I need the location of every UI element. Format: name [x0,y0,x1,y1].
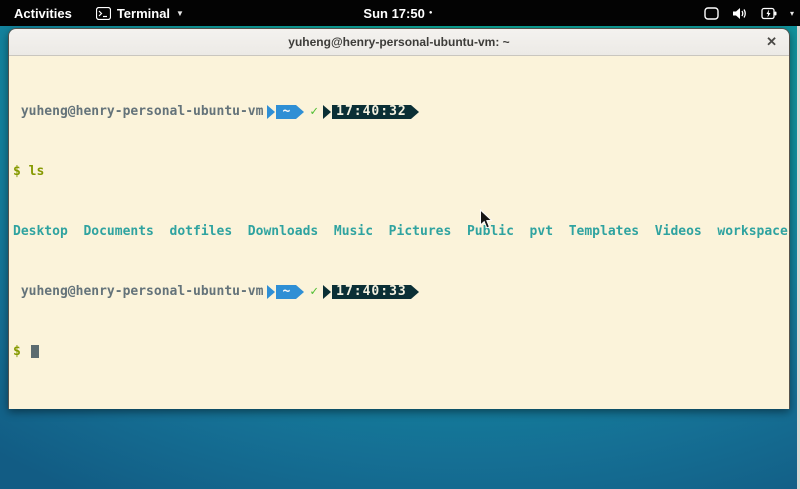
app-menu-label: Terminal [117,6,170,21]
user-host-text: yuheng@henry-personal-ubuntu-vm [21,284,264,299]
battery-charging-icon [761,7,777,20]
time-segment: 17:40:32 [332,105,411,119]
clock-label: Sun 17:50 [363,6,424,21]
terminal-cursor [31,345,39,358]
mouse-cursor-icon [479,209,493,235]
prompt-line-2: yuheng@henry-personal-ubuntu-vm ~ ✓ 17:4… [13,284,787,299]
terminal-content[interactable]: yuheng@henry-personal-ubuntu-vm ~ ✓ 17:4… [9,56,789,409]
shell-prompt-symbol: $ [13,164,29,179]
clock-button[interactable]: Sun 17:50 ● [363,0,432,26]
cwd-segment: ~ [276,285,296,299]
powerline-arrow-icon [267,105,275,119]
network-icon [704,7,719,20]
prompt-line-1: yuheng@henry-personal-ubuntu-vm ~ ✓ 17:4… [13,104,787,119]
chevron-down-icon: ▾ [790,10,794,18]
typed-command: ls [29,164,45,179]
system-tray[interactable]: ▾ [704,0,794,26]
powerline-arrow-icon [323,285,331,299]
volume-icon [732,7,748,20]
top-bar: Activities Terminal ▼ Sun 17:50 ● ▾ [0,0,800,26]
notification-dot-icon: ● [429,10,433,16]
terminal-icon [96,7,111,20]
powerline-arrow-icon [323,105,331,119]
powerline-arrow-icon [411,285,419,299]
status-check-icon: ✓ [310,284,318,299]
window-titlebar[interactable]: yuheng@henry-personal-ubuntu-vm: ~ ✕ [9,29,789,56]
powerline-arrow-icon [296,105,304,119]
app-menu-terminal[interactable]: Terminal ▼ [86,0,194,26]
time-segment: 17:40:33 [332,285,411,299]
powerline-arrow-icon [296,285,304,299]
activities-button[interactable]: Activities [0,0,86,26]
powerline-arrow-icon [411,105,419,119]
chevron-down-icon: ▼ [176,10,184,18]
ls-output-line: Desktop Documents dotfiles Downloads Mus… [13,224,787,239]
cwd-segment: ~ [276,105,296,119]
shell-prompt-symbol: $ [13,344,29,359]
powerline-arrow-icon [267,285,275,299]
command-line: $ ls [13,164,787,179]
status-check-icon: ✓ [310,104,318,119]
lead-space [13,284,21,299]
close-button[interactable]: ✕ [766,29,777,55]
user-host-text: yuheng@henry-personal-ubuntu-vm [21,104,264,119]
lead-space [13,104,21,119]
current-prompt-line: $ [13,344,787,359]
terminal-window: yuheng@henry-personal-ubuntu-vm: ~ ✕ yuh… [8,28,790,409]
window-title: yuheng@henry-personal-ubuntu-vm: ~ [288,35,509,49]
directory-list: Desktop Documents dotfiles Downloads Mus… [13,224,788,239]
